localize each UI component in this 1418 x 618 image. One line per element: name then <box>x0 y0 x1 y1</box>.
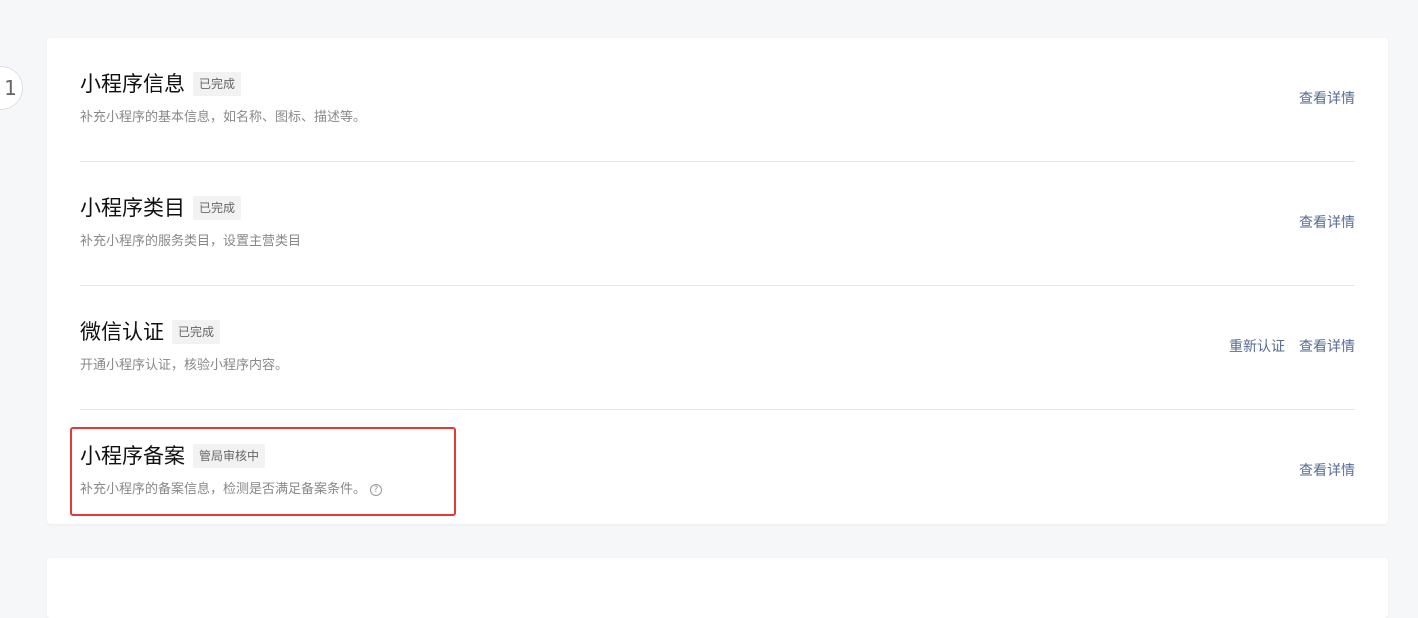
next-section-card <box>47 558 1388 618</box>
view-details-link[interactable]: 查看详情 <box>1299 88 1355 110</box>
list-item-wechat-verification: 微信认证 已完成 开通小程序认证，核验小程序内容。 重新认证 查看详情 <box>80 286 1355 410</box>
question-circle-icon[interactable]: ? <box>370 484 383 496</box>
list-item-mini-program-info: 小程序信息 已完成 补充小程序的基本信息，如名称、图标、描述等。 查看详情 <box>80 38 1355 162</box>
item-description: 补充小程序的备案信息，检测是否满足备案条件。 <box>80 482 367 497</box>
view-details-link[interactable]: 查看详情 <box>1299 212 1355 234</box>
view-details-link[interactable]: 查看详情 <box>1299 336 1355 358</box>
step-number: 1 <box>4 76 17 100</box>
item-description: 开通小程序认证，核验小程序内容。 <box>80 358 289 373</box>
registration-steps-card: 小程序信息 已完成 补充小程序的基本信息，如名称、图标、描述等。 查看详情 小程… <box>47 38 1388 524</box>
reverify-link[interactable]: 重新认证 <box>1229 336 1285 358</box>
item-title: 小程序备案 <box>80 444 185 468</box>
item-title: 微信认证 <box>80 320 164 344</box>
status-badge: 已完成 <box>193 72 242 96</box>
status-badge: 已完成 <box>193 196 242 220</box>
item-title: 小程序信息 <box>80 72 185 96</box>
step-number-circle: 1 <box>0 66 23 110</box>
list-item-mini-program-filing: 小程序备案 管局审核中 补充小程序的备案信息，检测是否满足备案条件。 ? 查看详… <box>80 410 1355 534</box>
item-description: 补充小程序的服务类目，设置主营类目 <box>80 234 302 249</box>
view-details-link[interactable]: 查看详情 <box>1299 460 1355 482</box>
list-item-mini-program-category: 小程序类目 已完成 补充小程序的服务类目，设置主营类目 查看详情 <box>80 162 1355 286</box>
item-description: 补充小程序的基本信息，如名称、图标、描述等。 <box>80 110 367 125</box>
item-title: 小程序类目 <box>80 196 185 220</box>
item-description-wrap: 补充小程序的备案信息，检测是否满足备案条件。 ? <box>80 480 383 500</box>
status-badge: 已完成 <box>172 320 221 344</box>
status-badge: 管局审核中 <box>193 444 266 468</box>
